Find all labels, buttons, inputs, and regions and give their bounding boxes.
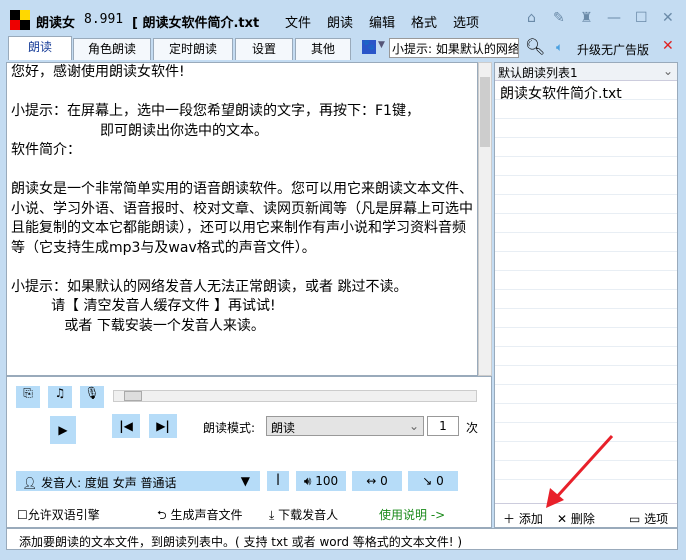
tab-read[interactable]: 朗读 bbox=[8, 36, 72, 60]
menu-file[interactable]: 文件 bbox=[285, 12, 311, 31]
pitch-value: 0 bbox=[436, 474, 444, 488]
pitch-button[interactable]: ↘ 0 bbox=[408, 471, 458, 491]
voice-select[interactable]: 👤︎ 发音人: 度姐 女声 普通话 ▼ bbox=[16, 471, 260, 491]
progress-slider[interactable] bbox=[113, 390, 477, 402]
app-version: 8.991 bbox=[84, 12, 124, 27]
menu-edit[interactable]: 编辑 bbox=[369, 12, 395, 31]
caret-down-icon: ▼ bbox=[240, 474, 250, 488]
app-logo bbox=[10, 10, 30, 30]
previous-button[interactable]: |◀ bbox=[112, 414, 140, 438]
person-icon: 👤︎ bbox=[22, 476, 38, 490]
mode-select[interactable]: 朗读 ⌄ bbox=[266, 416, 424, 436]
search-input[interactable] bbox=[389, 38, 519, 58]
download-voice-button[interactable]: ⤓ 下载发音人 bbox=[269, 506, 338, 523]
annotation-arrow bbox=[546, 434, 614, 508]
delete-label: 删除 bbox=[570, 512, 595, 526]
search-icon[interactable]: 🔍︎ bbox=[525, 37, 545, 56]
voice-value: 发音人: 度姐 女声 普通话 bbox=[41, 476, 177, 490]
volume-button[interactable]: 🔊︎ 100 bbox=[296, 471, 346, 491]
music-icon[interactable]: ♫ bbox=[48, 386, 72, 408]
upgrade-link[interactable]: 升级无广告版 bbox=[577, 41, 649, 58]
bilingual-checkbox[interactable]: ☐允许双语引擎 bbox=[17, 506, 100, 523]
voice-settings-icon[interactable]: ꟾ bbox=[267, 471, 289, 491]
generate-audio-button[interactable]: ⮌ 生成声音文件 bbox=[157, 506, 242, 527]
menu-format[interactable]: 格式 bbox=[411, 12, 437, 31]
editor-scrollbar[interactable] bbox=[478, 62, 492, 376]
close-ad-icon[interactable]: ✕ bbox=[662, 38, 674, 54]
text-mode-icon[interactable]: ⎘ bbox=[16, 386, 40, 408]
repeat-unit: 次 bbox=[466, 421, 479, 435]
chevron-down-icon[interactable]: ⌄ bbox=[663, 64, 673, 78]
next-button[interactable]: ▶| bbox=[149, 414, 177, 438]
arrow-shaft bbox=[552, 434, 614, 502]
maximize-button[interactable]: ☐ bbox=[635, 10, 648, 26]
generate-label: 生成声音文件 bbox=[170, 508, 243, 522]
tab-timed-read[interactable]: 定时朗读 bbox=[153, 38, 233, 60]
title-bar: 朗读女 8.991 [ 朗读女软件简介.txt 文件 朗读 编辑 格式 选项 ⌂… bbox=[0, 0, 686, 36]
playlist-selector[interactable]: 默认朗读列表1 bbox=[498, 66, 578, 80]
app-name: 朗读女 bbox=[36, 16, 76, 31]
status-bar: 添加要朗读的文本文件，到朗读列表中。( 支持 txt 或者 word 等格式的文… bbox=[6, 528, 678, 550]
add-button[interactable]: ＋ 添加 bbox=[503, 510, 543, 527]
options-button[interactable]: ▭ 选项 bbox=[629, 510, 668, 527]
minimize-button[interactable]: — bbox=[607, 10, 621, 26]
speaker-icon: 🔈︎ bbox=[556, 40, 564, 54]
play-button[interactable]: ▶ bbox=[50, 416, 76, 444]
download-label: 下载发音人 bbox=[278, 508, 339, 522]
microphone-icon[interactable]: 🎙︎ bbox=[80, 386, 104, 408]
add-label: 添加 bbox=[518, 512, 543, 526]
menu-options[interactable]: 选项 bbox=[453, 12, 479, 31]
options-label: 选项 bbox=[644, 512, 669, 526]
text-editor[interactable]: 您好，感谢使用朗读女软件! 小提示：在屏幕上，选中一段您希望朗读的文字，再按下：… bbox=[6, 62, 478, 376]
dropdown-icon[interactable]: ▼ bbox=[378, 40, 385, 50]
speed-value: 0 bbox=[380, 474, 388, 488]
delete-button[interactable]: ✕ 删除 bbox=[557, 510, 595, 527]
volume-value: 100 bbox=[315, 474, 339, 488]
mode-value: 朗读 bbox=[271, 421, 296, 435]
control-panel: ⎘ ♫ 🎙︎ ▶ |◀ ▶| 朗读模式: 朗读 ⌄ 1 次 👤︎ 发音人: 度姐 … bbox=[6, 376, 492, 528]
playlist-item[interactable]: 朗读女软件简介.txt bbox=[500, 83, 672, 103]
help-link[interactable]: 使用说明 -> bbox=[379, 506, 445, 523]
tab-settings[interactable]: 设置 bbox=[235, 38, 293, 60]
close-button[interactable]: ✕ bbox=[662, 10, 674, 26]
chevron-down-icon: ⌄ bbox=[408, 419, 419, 433]
menu-read[interactable]: 朗读 bbox=[327, 12, 353, 31]
pin-icon[interactable]: ✎ bbox=[553, 10, 565, 26]
tab-other[interactable]: 其他 bbox=[295, 38, 351, 60]
bilingual-label: 允许双语引擎 bbox=[27, 508, 100, 522]
home-icon[interactable]: ⌂ bbox=[527, 10, 536, 26]
speed-button[interactable]: ↔ 0 bbox=[352, 471, 402, 491]
repeat-count-input[interactable]: 1 bbox=[427, 416, 459, 436]
skin-icon[interactable]: ♜ bbox=[580, 10, 593, 26]
tab-role-read[interactable]: 角色朗读 bbox=[73, 38, 151, 60]
document-title: [ 朗读女软件简介.txt bbox=[132, 16, 260, 31]
baidu-icon[interactable]: 🐾 bbox=[362, 40, 376, 54]
mode-label: 朗读模式: bbox=[203, 421, 256, 435]
